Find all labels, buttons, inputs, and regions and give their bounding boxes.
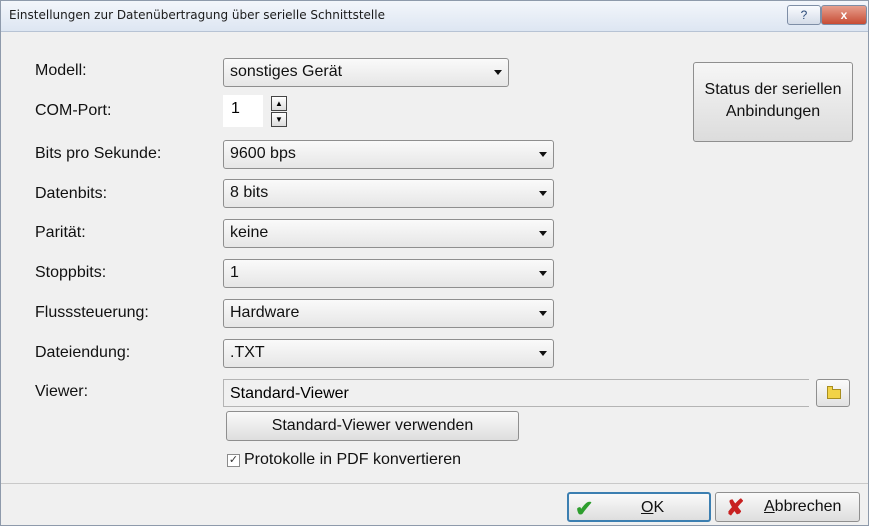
window-title: Einstellungen zur Datenübertragung über … (9, 8, 385, 22)
com-port-label: COM-Port: (35, 102, 112, 119)
viewer-label: Viewer: (35, 383, 89, 400)
ok-button-label: OK (641, 499, 665, 516)
cancel-button-label: Abbrechen (764, 498, 842, 515)
title-bar: Einstellungen zur Datenübertragung über … (1, 1, 868, 32)
serial-status-button[interactable]: Status der seriellen Anbindungen (693, 62, 853, 142)
spin-down-button[interactable]: ▼ (271, 112, 287, 127)
ok-button[interactable]: ✔ OK (567, 492, 711, 522)
flusssteuerung-value: Hardware (230, 304, 300, 321)
arrow-down-icon: ▼ (275, 115, 283, 124)
stoppbits-label: Stoppbits: (35, 264, 107, 281)
com-port-input[interactable]: 1 (223, 95, 263, 127)
chevron-down-icon (539, 231, 547, 236)
viewer-value: Standard-Viewer (230, 385, 349, 402)
flusssteuerung-select[interactable]: Hardware (223, 299, 554, 328)
close-icon: x (840, 8, 848, 22)
browse-folder-button[interactable] (816, 379, 850, 407)
bits-per-second-select[interactable]: 9600 bps (223, 140, 554, 169)
chevron-down-icon (539, 311, 547, 316)
stoppbits-select[interactable]: 1 (223, 259, 554, 288)
settings-dialog: Einstellungen zur Datenübertragung über … (0, 0, 869, 526)
checkmark-icon: ✔ (575, 496, 594, 521)
datenbits-select[interactable]: 8 bits (223, 179, 554, 208)
chevron-down-icon (494, 70, 502, 75)
datenbits-label: Datenbits: (35, 185, 108, 202)
help-button[interactable]: ? (787, 5, 821, 25)
close-icon: ✘ (726, 495, 745, 520)
cancel-button[interactable]: ✘ Abbrechen (715, 492, 860, 522)
footer-divider (1, 483, 868, 484)
arrow-up-icon: ▲ (275, 99, 283, 108)
modell-select[interactable]: sonstiges Gerät (223, 58, 509, 87)
modell-label: Modell: (35, 62, 87, 79)
help-icon: ? (800, 8, 808, 22)
bits-per-second-value: 9600 bps (230, 145, 296, 162)
folder-icon (827, 386, 841, 399)
status-line-2: Anbindungen (725, 103, 821, 120)
pdf-checkbox[interactable]: ✓ (227, 454, 240, 467)
com-port-value: 1 (231, 100, 240, 117)
bits-per-second-label: Bits pro Sekunde: (35, 145, 162, 162)
viewer-field[interactable]: Standard-Viewer (223, 379, 809, 407)
chevron-down-icon (539, 152, 547, 157)
datenbits-value: 8 bits (230, 184, 269, 201)
pdf-checkbox-label: Protokolle in PDF konvertieren (244, 451, 461, 468)
modell-value: sonstiges Gerät (230, 63, 343, 80)
standard-viewer-button[interactable]: Standard-Viewer verwenden (226, 411, 519, 441)
chevron-down-icon (539, 351, 547, 356)
dateiendung-value: .TXT (230, 344, 265, 361)
standard-viewer-button-label: Standard-Viewer verwenden (271, 417, 474, 434)
stoppbits-value: 1 (230, 264, 239, 281)
flusssteuerung-label: Flusssteuerung: (35, 304, 149, 321)
chevron-down-icon (539, 271, 547, 276)
chevron-down-icon (539, 191, 547, 196)
checkmark-icon: ✓ (228, 454, 239, 466)
dateiendung-select[interactable]: .TXT (223, 339, 554, 368)
paritat-value: keine (230, 224, 269, 241)
close-button[interactable]: x (821, 5, 867, 25)
status-line-1: Status der seriellen (704, 81, 842, 98)
paritat-select[interactable]: keine (223, 219, 554, 248)
spin-up-button[interactable]: ▲ (271, 96, 287, 111)
paritat-label: Parität: (35, 224, 86, 241)
dateiendung-label: Dateiendung: (35, 344, 131, 361)
